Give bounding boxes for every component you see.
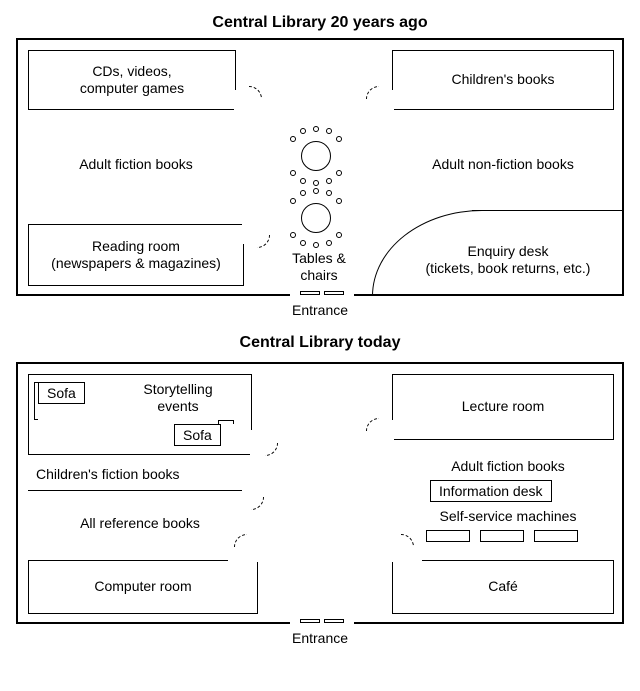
room-label: Computer room xyxy=(94,578,191,596)
table-with-chairs xyxy=(286,126,346,186)
room-childrens-books: Children's books xyxy=(392,50,614,110)
sofa-label: Sofa xyxy=(38,382,85,404)
room-label: Children's books xyxy=(451,71,554,89)
label-entrance: Entrance xyxy=(292,630,348,646)
information-desk: Information desk xyxy=(430,480,552,502)
label-entrance: Entrance xyxy=(292,302,348,318)
label-tables-chairs: Tables & chairs xyxy=(274,250,364,284)
room-label: Reading room (newspapers & magazines) xyxy=(51,238,221,273)
floor-plan-before: CDs, videos, computer games Children's b… xyxy=(16,38,624,296)
room-lecture: Lecture room xyxy=(392,374,614,440)
area-label: Adult non-fiction books xyxy=(432,156,574,174)
label-storytelling: Storytelling events xyxy=(118,378,238,418)
room-cds-videos-games: CDs, videos, computer games xyxy=(28,50,236,110)
self-service-machine xyxy=(426,530,470,542)
room-label: Café xyxy=(488,578,518,596)
label-all-reference: All reference books xyxy=(28,504,252,544)
area-adult-fiction: Adult fiction books xyxy=(28,130,244,200)
self-service-machine xyxy=(534,530,578,542)
sofa-label: Sofa xyxy=(174,424,221,446)
plan1-title: Central Library 20 years ago xyxy=(14,14,626,32)
area-adult-nonfiction: Adult non-fiction books xyxy=(392,130,614,200)
room-computer-room: Computer room xyxy=(28,560,258,614)
label-children-fiction: Children's fiction books xyxy=(28,460,252,490)
room-label: Lecture room xyxy=(462,398,544,416)
table-with-chairs xyxy=(286,188,346,248)
room-cafe: Café xyxy=(392,560,614,614)
plan2-title: Central Library today xyxy=(14,334,626,352)
room-label: CDs, videos, computer games xyxy=(80,63,184,98)
self-service-machine xyxy=(480,530,524,542)
label-adult-fiction: Adult fiction books xyxy=(402,454,614,480)
page: Central Library 20 years ago CDs, videos… xyxy=(0,0,640,672)
label-self-service: Self-service machines xyxy=(402,506,614,528)
area-label: Adult fiction books xyxy=(79,156,193,174)
room-reading-room: Reading room (newspapers & magazines) xyxy=(28,224,244,286)
floor-plan-today: Sofa Storytelling events Sofa Lecture ro… xyxy=(16,362,624,624)
